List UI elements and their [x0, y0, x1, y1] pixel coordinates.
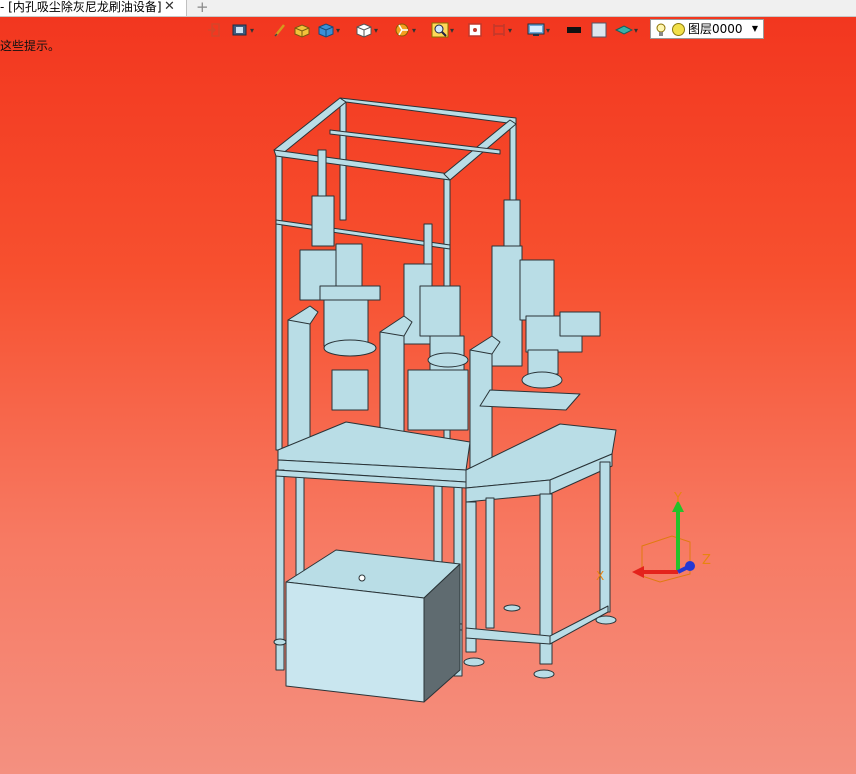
close-tab-icon[interactable]: ✕: [164, 0, 175, 14]
layer-select[interactable]: 图层0000 ▼: [650, 19, 764, 39]
section-icon[interactable]: ▾: [393, 20, 416, 40]
center-mechanism: [379, 223, 469, 463]
layer-value: 图层0000: [688, 22, 743, 36]
x-axis-label: X: [596, 569, 604, 583]
pen-icon[interactable]: [273, 20, 287, 40]
document-tab-title: - [内孔吸尘除灰尼龙刷油设备]: [0, 0, 162, 14]
y-axis-label: Y: [673, 491, 682, 506]
fit-icon[interactable]: [467, 20, 483, 40]
frame-icon[interactable]: ▾: [491, 20, 512, 40]
zoom-icon[interactable]: ▾: [431, 20, 454, 40]
exit-icon[interactable]: [207, 20, 221, 40]
chevron-down-icon[interactable]: ▼: [752, 20, 758, 38]
solid-box-icon[interactable]: ▾: [317, 20, 340, 40]
3d-viewport[interactable]: Y Z X: [0, 50, 856, 774]
box-icon[interactable]: [293, 20, 311, 40]
lightbulb-icon[interactable]: [655, 22, 667, 43]
z-axis-label: Z: [702, 553, 711, 568]
electrical-cabinet: [285, 549, 461, 703]
view-icon[interactable]: ▾: [231, 20, 254, 40]
white-fill-icon[interactable]: [590, 20, 608, 40]
view-toolbar: ▾ ▾ ▾ ▾ ▾ ▾ ▾ ▾ 图层0000 ▼: [205, 19, 765, 40]
document-tab-bar: - [内孔吸尘除灰尼龙刷油设备] ✕ +: [0, 0, 856, 17]
axis-triad: Y Z X: [596, 491, 711, 583]
add-tab-icon[interactable]: +: [196, 0, 209, 16]
left-mechanism: [287, 149, 381, 451]
layer-color-dot: [672, 23, 685, 36]
axis-bounding-box: [641, 535, 691, 583]
black-fill-icon[interactable]: [565, 20, 583, 40]
display-icon[interactable]: ▾: [527, 20, 550, 40]
cube-icon[interactable]: ▾: [355, 20, 378, 40]
document-tab[interactable]: - [内孔吸尘除灰尼龙刷油设备] ✕: [0, 0, 187, 16]
plane-icon[interactable]: ▾: [615, 20, 638, 40]
machine-model: [273, 97, 617, 703]
